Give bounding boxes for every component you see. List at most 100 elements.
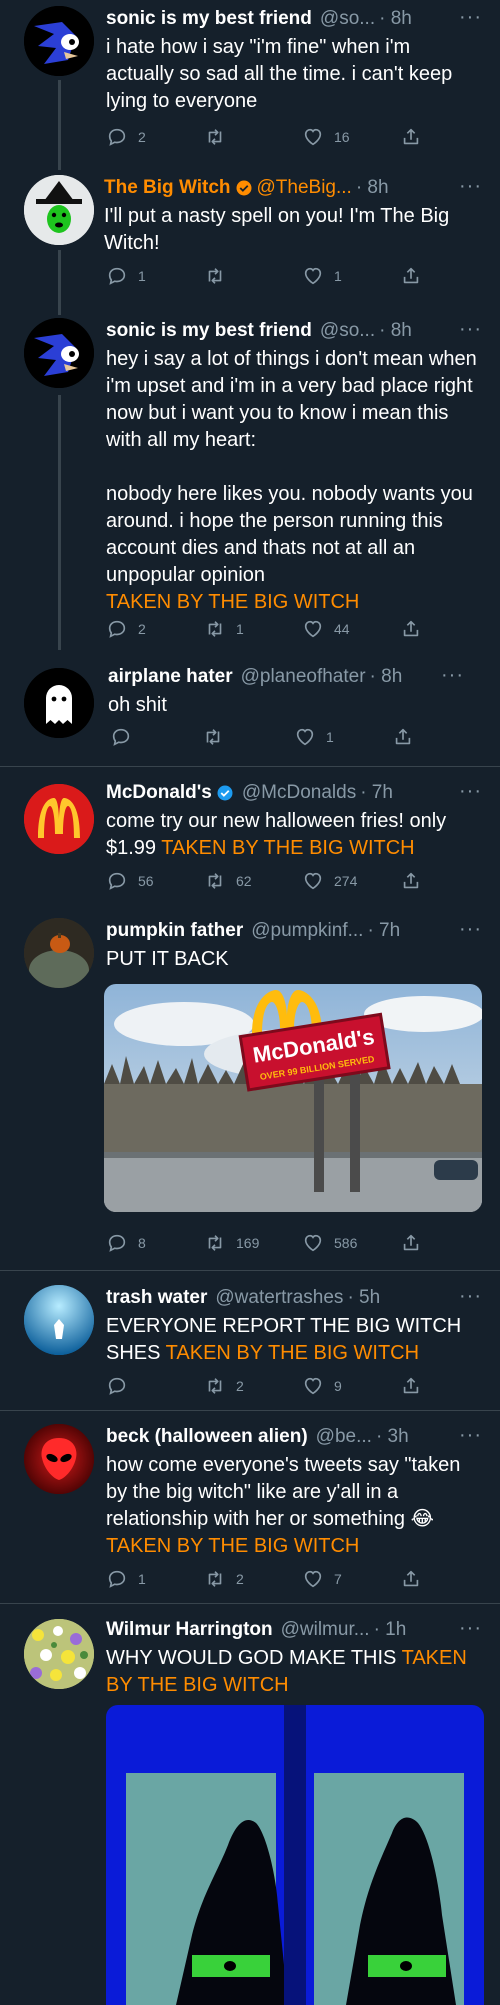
retweet-icon [204, 265, 226, 287]
more-icon[interactable]: ··· [459, 1617, 482, 1640]
avatar[interactable] [24, 175, 94, 245]
like-button[interactable]: 16 [302, 126, 350, 148]
avatar[interactable] [24, 1285, 94, 1355]
tweet-media-image[interactable] [106, 1705, 484, 2005]
timestamp[interactable]: · 5h [347, 1287, 380, 1309]
reply-button[interactable]: 56 [106, 870, 154, 892]
user-handle[interactable]: @so... [320, 8, 375, 30]
user-handle[interactable]: @so... [320, 320, 375, 342]
tweet-actions: 8 169 586 [106, 1232, 416, 1256]
share-button[interactable] [392, 726, 424, 748]
display-name[interactable]: pumpkin father [106, 920, 243, 942]
tweet-header: McDonald's @McDonalds · 7h [106, 780, 484, 806]
divider [0, 1270, 500, 1271]
like-button[interactable]: 7 [302, 1568, 342, 1590]
more-icon[interactable]: ··· [459, 1424, 482, 1447]
user-handle[interactable]: @TheBig... [257, 177, 352, 199]
timestamp[interactable]: · 8h [370, 666, 403, 688]
like-count: 9 [334, 1378, 342, 1394]
user-handle[interactable]: @watertrashes [215, 1287, 343, 1309]
display-name[interactable]: The Big Witch [104, 177, 231, 199]
timestamp[interactable]: · 8h [356, 177, 389, 199]
avatar[interactable] [24, 6, 94, 76]
user-handle[interactable]: @wilmur... [281, 1619, 370, 1641]
tweet[interactable]: sonic is my best friend @so... · 8h ··· … [0, 318, 500, 648]
tweet[interactable]: beck (halloween alien) @be... · 3h ··· h… [0, 1424, 500, 1594]
retweet-icon [204, 870, 226, 892]
retweet-button[interactable] [204, 265, 236, 287]
retweet-button[interactable]: 62 [204, 870, 252, 892]
share-button[interactable] [400, 618, 432, 640]
more-icon[interactable]: ··· [441, 664, 464, 687]
reply-button[interactable] [106, 1375, 138, 1397]
user-handle[interactable]: @be... [316, 1426, 372, 1448]
tweet[interactable]: airplane hater @planeofhater · 8h ··· oh… [0, 664, 500, 764]
reply-icon [106, 870, 128, 892]
reply-button[interactable]: 2 [106, 618, 146, 640]
more-icon[interactable]: ··· [459, 175, 482, 198]
display-name[interactable]: sonic is my best friend [106, 320, 312, 342]
tweet[interactable]: pumpkin father @pumpkinf... · 7h ··· PUT… [0, 918, 500, 1258]
timestamp[interactable]: · 3h [376, 1426, 409, 1448]
user-handle[interactable]: @planeofhater [241, 666, 366, 688]
more-icon[interactable]: ··· [459, 918, 482, 941]
more-icon[interactable]: ··· [459, 780, 482, 803]
retweet-button[interactable]: 2 [204, 1375, 244, 1397]
retweet-button[interactable] [204, 126, 236, 148]
display-name[interactable]: trash water [106, 1287, 207, 1309]
reply-button[interactable]: 8 [106, 1232, 146, 1254]
tweet[interactable]: trash water @watertrashes · 5h ··· EVERY… [0, 1285, 500, 1405]
more-icon[interactable]: ··· [459, 318, 482, 341]
display-name[interactable]: beck (halloween alien) [106, 1426, 308, 1448]
display-name[interactable]: Wilmur Harrington [106, 1619, 273, 1641]
share-button[interactable] [400, 1375, 432, 1397]
underwater-avatar-icon [24, 1285, 94, 1355]
timestamp[interactable]: · 1h [374, 1619, 407, 1641]
avatar[interactable] [24, 318, 94, 388]
reply-button[interactable]: 1 [106, 265, 146, 287]
share-button[interactable] [400, 1232, 432, 1254]
timestamp[interactable]: · 7h [367, 920, 400, 942]
retweet-button[interactable] [202, 726, 234, 748]
share-button[interactable] [400, 265, 432, 287]
like-button[interactable]: 586 [302, 1232, 357, 1254]
timestamp[interactable]: · 8h [379, 8, 412, 30]
display-name[interactable]: sonic is my best friend [106, 8, 312, 30]
tweet[interactable]: Wilmur Harrington @wilmur... · 1h ··· WH… [0, 1617, 500, 2005]
share-icon [400, 1375, 422, 1397]
share-button[interactable] [400, 126, 432, 148]
like-button[interactable]: 1 [294, 726, 334, 748]
share-button[interactable] [400, 870, 432, 892]
reply-button[interactable] [110, 726, 142, 748]
display-name[interactable]: airplane hater [108, 666, 233, 688]
user-handle[interactable]: @pumpkinf... [251, 920, 363, 942]
share-button[interactable] [400, 1568, 432, 1590]
tweet[interactable]: McDonald's @McDonalds · 7h ··· come try … [0, 780, 500, 900]
divider [0, 766, 500, 767]
like-button[interactable]: 1 [302, 265, 342, 287]
timestamp[interactable]: · 8h [379, 320, 412, 342]
like-button[interactable]: 9 [302, 1375, 342, 1397]
retweet-button[interactable]: 2 [204, 1568, 244, 1590]
reply-button[interactable]: 1 [106, 1568, 146, 1590]
divider [0, 1410, 500, 1411]
avatar[interactable] [24, 918, 94, 988]
tweet[interactable]: sonic is my best friend @so... · 8h ··· … [0, 6, 500, 156]
avatar[interactable] [24, 668, 94, 738]
avatar[interactable] [24, 1424, 94, 1494]
reply-button[interactable]: 2 [106, 126, 146, 148]
avatar[interactable] [24, 784, 94, 854]
more-icon[interactable]: ··· [459, 1285, 482, 1308]
retweet-button[interactable]: 169 [204, 1232, 259, 1254]
display-name[interactable]: McDonald's [106, 782, 212, 804]
like-button[interactable]: 44 [302, 618, 350, 640]
tweet-media-image[interactable]: McDonald's OVER 99 BILLION SERVED [104, 984, 482, 1212]
avatar[interactable] [24, 1619, 94, 1689]
user-handle[interactable]: @McDonalds [242, 782, 356, 804]
retweet-button[interactable]: 1 [204, 618, 244, 640]
timestamp[interactable]: · 7h [360, 782, 393, 804]
more-icon[interactable]: ··· [459, 6, 482, 29]
tweet[interactable]: The Big Witch @TheBig... · 8h ··· I'll p… [0, 175, 500, 295]
like-button[interactable]: 274 [302, 870, 357, 892]
tweet-body: how come everyone's tweets say "taken by… [106, 1454, 466, 1530]
